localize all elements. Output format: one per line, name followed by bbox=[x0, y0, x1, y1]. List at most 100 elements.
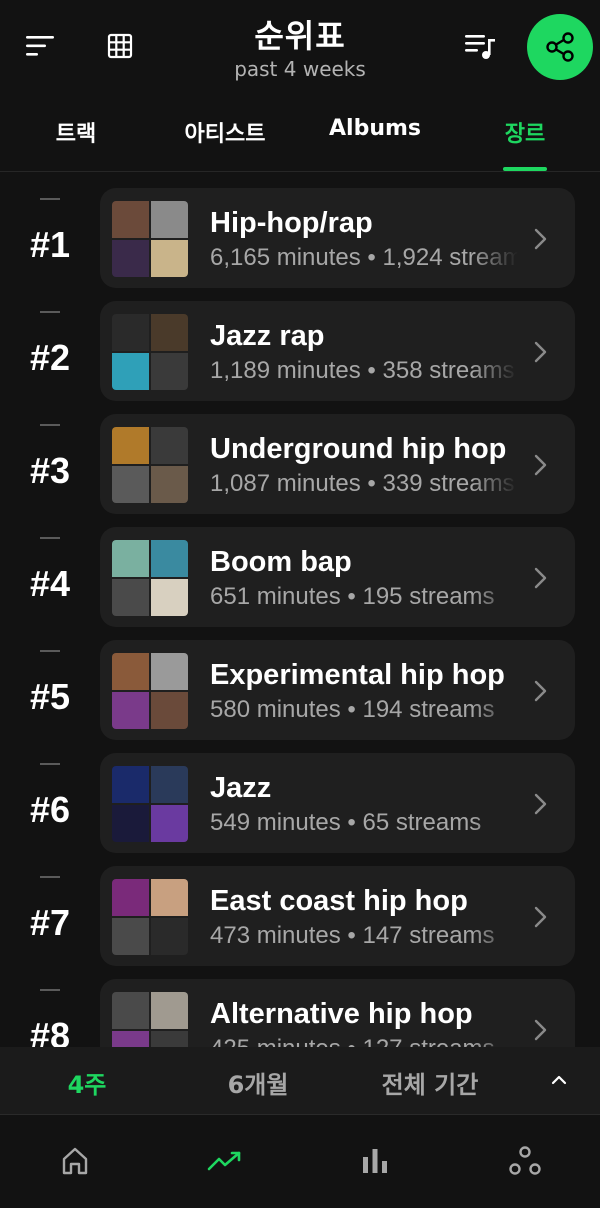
tab-albums[interactable]: Albums bbox=[329, 116, 421, 141]
page-subtitle: past 4 weeks bbox=[234, 57, 366, 81]
album-art-thumbnail bbox=[151, 805, 188, 842]
rank-number: #4 bbox=[29, 563, 71, 604]
album-art-thumbnail bbox=[112, 879, 149, 916]
album-art-thumbnail bbox=[151, 540, 188, 577]
genre-artwork-grid bbox=[112, 992, 188, 1047]
trending-icon[interactable] bbox=[205, 1141, 245, 1181]
genre-list[interactable]: #1 Hip-hop/rap 6,165 minutes • 1,924 strea… bbox=[0, 173, 600, 1047]
tab-genres[interactable]: 장르 bbox=[505, 116, 545, 148]
header-bar: 순위표 past 4 weeks bbox=[0, 0, 600, 95]
genre-card[interactable]: Jazz rap 1,189 minutes • 358 streams bbox=[100, 301, 575, 401]
rank-change-indicator bbox=[40, 763, 60, 765]
chevron-right-icon bbox=[534, 567, 547, 589]
genre-stats: 580 minutes • 194 streams bbox=[210, 696, 495, 723]
rank-change-indicator bbox=[40, 311, 60, 313]
genre-name: Jazz bbox=[210, 772, 272, 804]
tab-artists[interactable]: 아티스트 bbox=[185, 116, 266, 148]
genre-artwork-grid bbox=[112, 540, 188, 616]
rank-number: #6 bbox=[29, 789, 71, 830]
genre-name: Boom bap bbox=[210, 546, 352, 578]
genre-artwork-grid bbox=[112, 314, 188, 390]
album-art-thumbnail bbox=[112, 240, 149, 277]
genre-card[interactable]: Jazz 549 minutes • 65 streams bbox=[100, 753, 575, 853]
rank-number: #2 bbox=[29, 337, 71, 378]
period-all-time[interactable]: 전체 기간 bbox=[382, 1065, 479, 1100]
rank-number: #3 bbox=[29, 450, 71, 491]
album-art-thumbnail bbox=[112, 201, 149, 238]
genre-card[interactable]: East coast hip hop 473 minutes • 147 stre… bbox=[100, 866, 575, 966]
genre-row: #7 East coast hip hop 473 minutes • 147 st… bbox=[0, 851, 600, 966]
album-art-thumbnail bbox=[151, 766, 188, 803]
album-art-thumbnail bbox=[151, 992, 188, 1029]
chevron-right-icon bbox=[534, 341, 547, 363]
grid-view-icon[interactable] bbox=[100, 26, 140, 66]
album-art-thumbnail bbox=[112, 314, 149, 351]
genre-name: Jazz rap bbox=[210, 320, 325, 352]
album-art-thumbnail bbox=[112, 353, 149, 390]
sort-icon[interactable] bbox=[20, 26, 60, 66]
genre-name: East coast hip hop bbox=[210, 885, 468, 917]
genre-stats: 549 minutes • 65 streams bbox=[210, 809, 482, 836]
album-art-thumbnail bbox=[112, 692, 149, 729]
album-art-thumbnail bbox=[112, 805, 149, 842]
rank-change-indicator bbox=[40, 650, 60, 652]
genre-card[interactable]: Alternative hip hop 425 minutes • 127 str… bbox=[100, 979, 575, 1047]
active-tab-indicator bbox=[503, 167, 547, 171]
home-icon[interactable] bbox=[55, 1141, 95, 1181]
genre-artwork-grid bbox=[112, 879, 188, 955]
period-4-weeks[interactable]: 4주 bbox=[68, 1065, 107, 1100]
album-art-thumbnail bbox=[112, 766, 149, 803]
chevron-right-icon bbox=[534, 454, 547, 476]
genre-card[interactable]: Experimental hip hop 580 minutes • 194 st… bbox=[100, 640, 575, 740]
bar-chart-icon[interactable] bbox=[355, 1141, 395, 1181]
rank-change-indicator bbox=[40, 198, 60, 200]
rank-change-indicator bbox=[40, 876, 60, 878]
chevron-right-icon bbox=[534, 1019, 547, 1041]
album-art-thumbnail bbox=[151, 466, 188, 503]
genre-card[interactable]: Underground hip hop 1,087 minutes • 339 s… bbox=[100, 414, 575, 514]
social-icon[interactable] bbox=[505, 1141, 545, 1181]
tab-tracks[interactable]: 트랙 bbox=[56, 116, 96, 148]
genre-row: #3 Underground hip hop 1,087 minutes • 339… bbox=[0, 399, 600, 514]
share-button[interactable] bbox=[527, 14, 593, 80]
album-art-thumbnail bbox=[151, 692, 188, 729]
album-art-thumbnail bbox=[151, 653, 188, 690]
chevron-up-icon[interactable] bbox=[548, 1069, 570, 1091]
genre-stats: 1,189 minutes • 358 streams bbox=[210, 357, 515, 384]
album-art-thumbnail bbox=[151, 1031, 188, 1047]
album-art-thumbnail bbox=[112, 579, 149, 616]
chevron-right-icon bbox=[534, 228, 547, 250]
period-6-months[interactable]: 6개월 bbox=[228, 1065, 289, 1100]
genre-row: #2 Jazz rap 1,189 minutes • 358 streams bbox=[0, 286, 600, 401]
genre-row: #1 Hip-hop/rap 6,165 minutes • 1,924 strea… bbox=[0, 173, 600, 288]
genre-row: #6 Jazz 549 minutes • 65 streams bbox=[0, 738, 600, 853]
genre-card[interactable]: Boom bap 651 minutes • 195 streams bbox=[100, 527, 575, 627]
genre-stats: 6,165 minutes • 1,924 streams bbox=[210, 244, 518, 271]
album-art-thumbnail bbox=[112, 992, 149, 1029]
genre-name: Alternative hip hop bbox=[210, 998, 473, 1030]
genre-name: Underground hip hop bbox=[210, 433, 507, 465]
album-art-thumbnail bbox=[151, 240, 188, 277]
chevron-right-icon bbox=[534, 793, 547, 815]
genre-row: #4 Boom bap 651 minutes • 195 streams bbox=[0, 512, 600, 627]
queue-music-icon[interactable] bbox=[460, 26, 500, 66]
rank-number: #1 bbox=[29, 224, 71, 265]
album-art-thumbnail bbox=[112, 918, 149, 955]
album-art-thumbnail bbox=[112, 427, 149, 464]
share-icon bbox=[546, 32, 574, 62]
rank-change-indicator bbox=[40, 537, 60, 539]
genre-artwork-grid bbox=[112, 201, 188, 277]
rank-change-indicator bbox=[40, 424, 60, 426]
genre-name: Experimental hip hop bbox=[210, 659, 505, 691]
rank-number: #8 bbox=[29, 1015, 71, 1048]
album-art-thumbnail bbox=[151, 201, 188, 238]
genre-stats: 651 minutes • 195 streams bbox=[210, 583, 495, 610]
rank-number: #7 bbox=[29, 902, 71, 943]
genre-card[interactable]: Hip-hop/rap 6,165 minutes • 1,924 streams bbox=[100, 188, 575, 288]
genre-row: #5 Experimental hip hop 580 minutes • 194 … bbox=[0, 625, 600, 740]
period-selector: 4주 6개월 전체 기간 bbox=[0, 1047, 600, 1115]
album-art-thumbnail bbox=[112, 466, 149, 503]
chevron-right-icon bbox=[534, 680, 547, 702]
page-title: 순위표 bbox=[254, 17, 346, 55]
bottom-navigation bbox=[0, 1115, 600, 1208]
